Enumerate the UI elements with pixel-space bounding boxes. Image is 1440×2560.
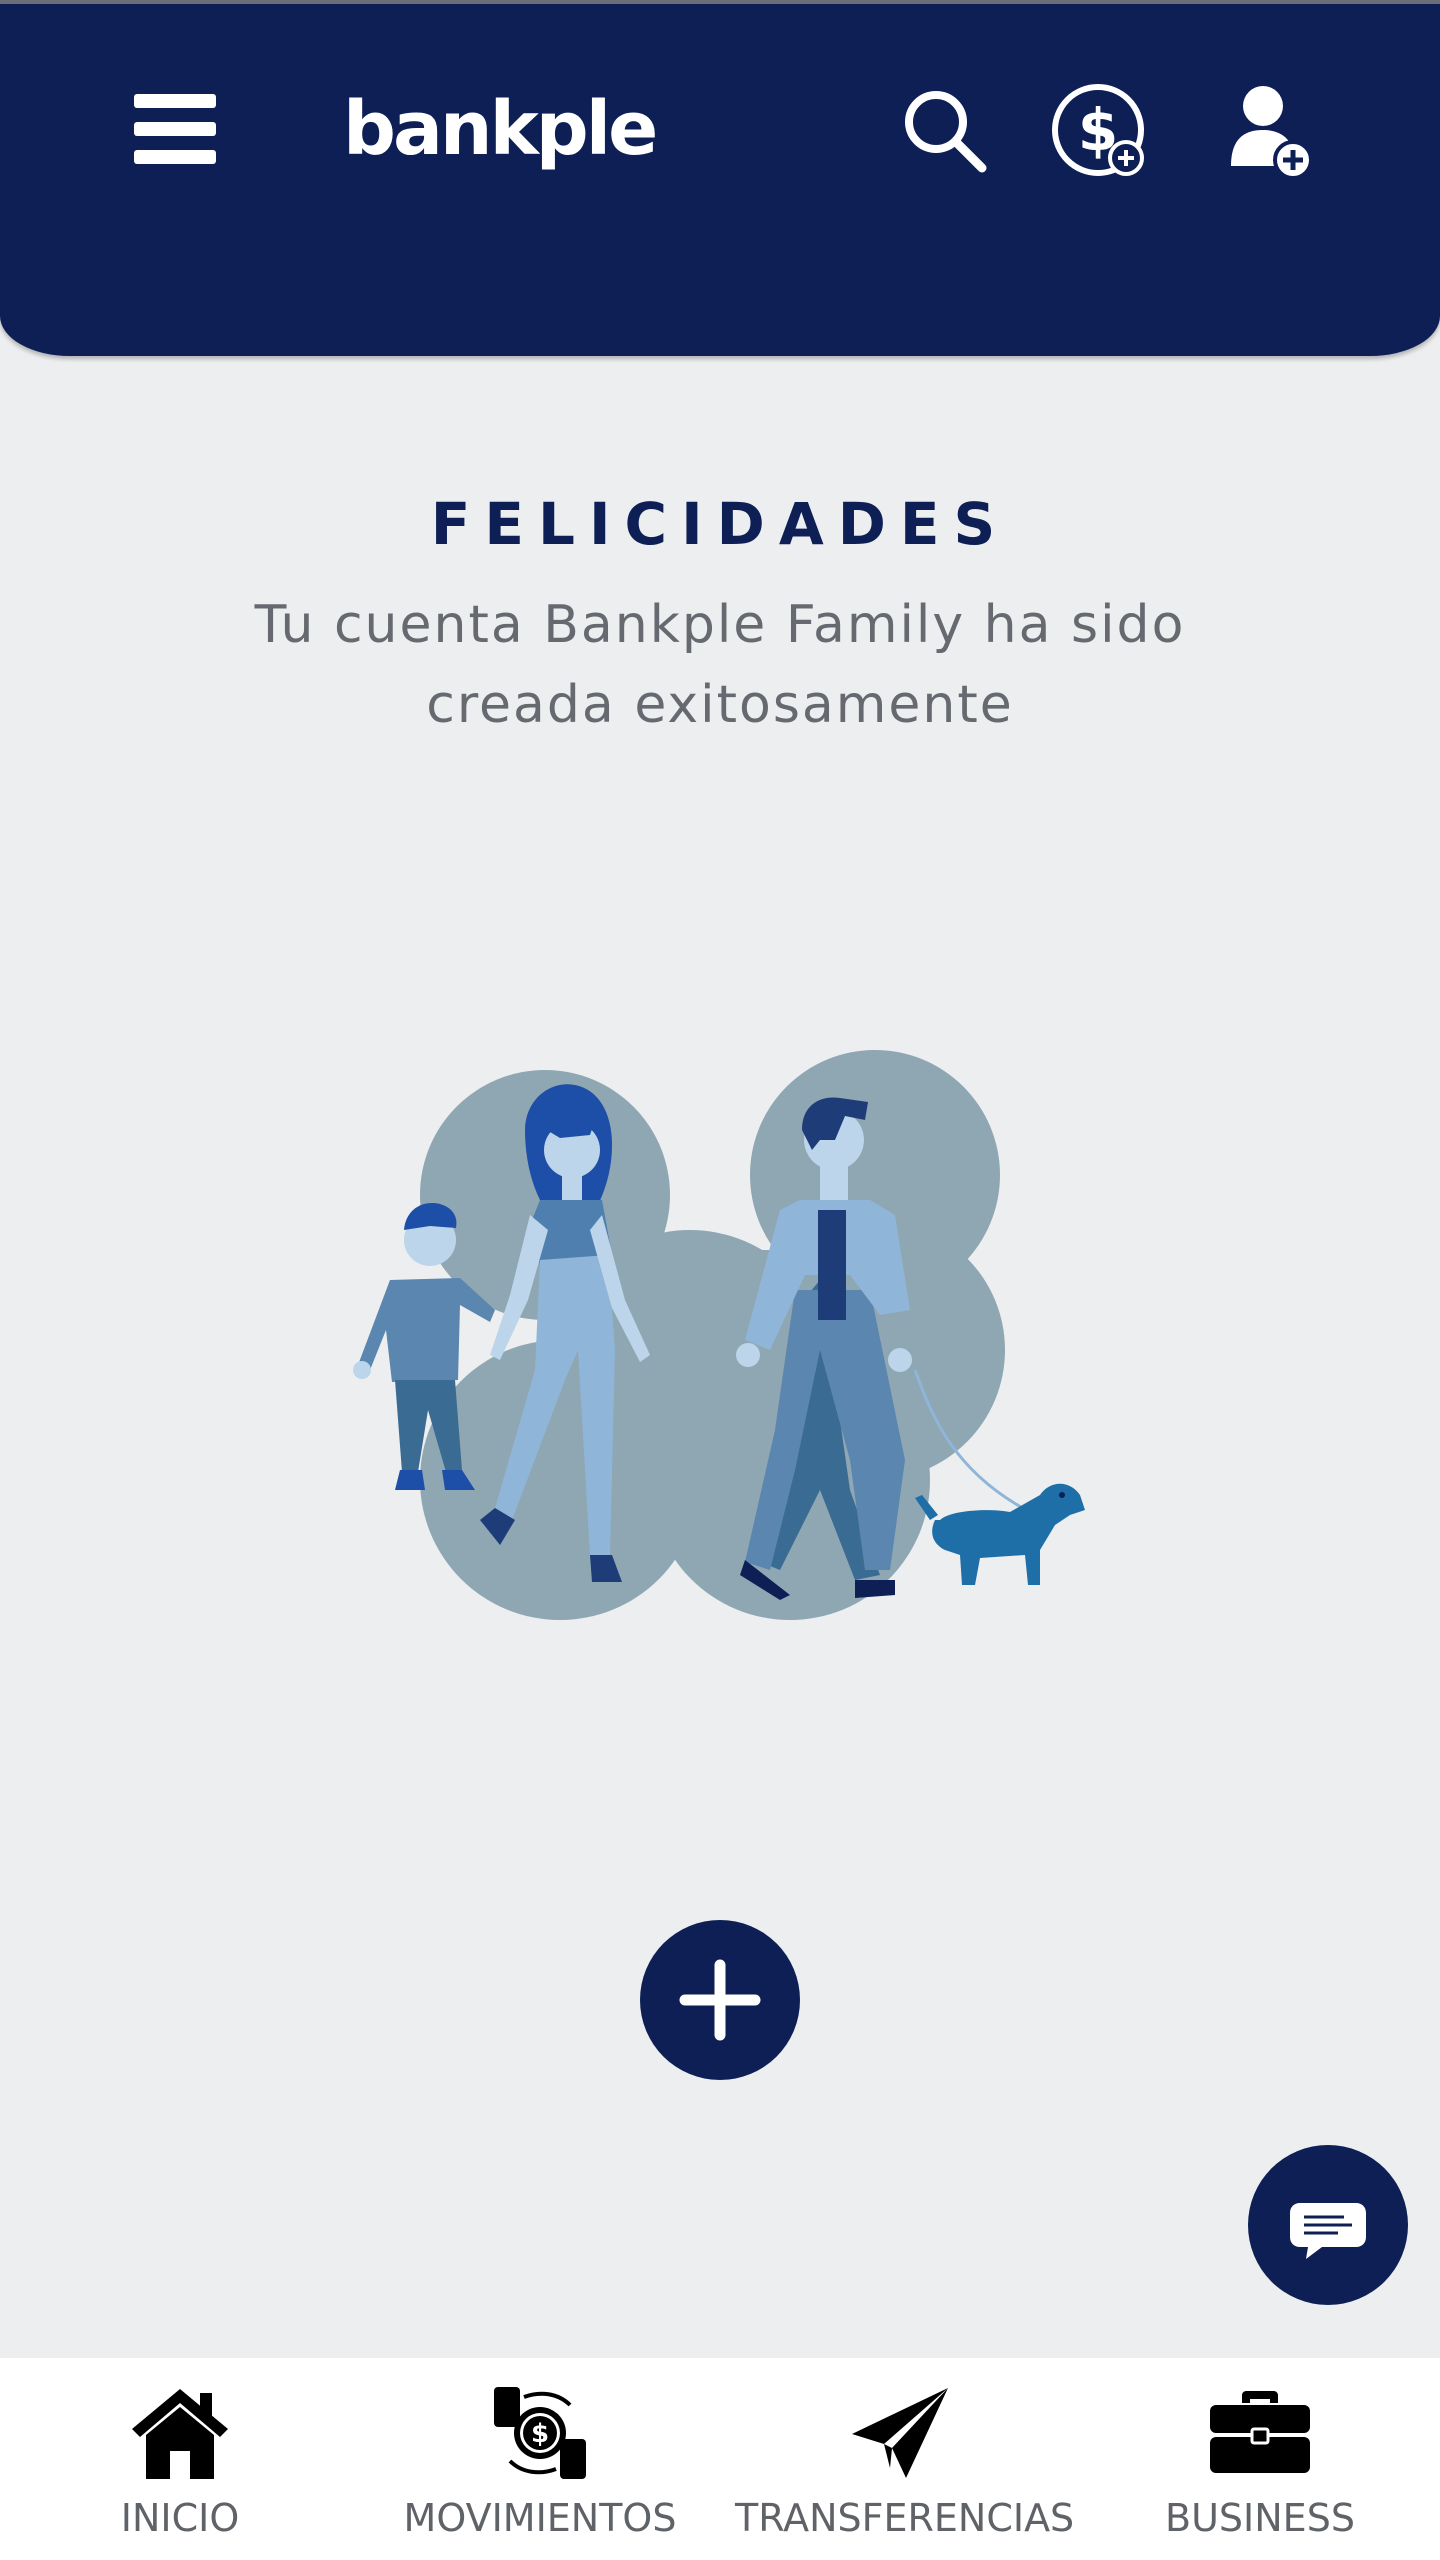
success-message: Tu cuenta Bankple Family ha sido creada … <box>254 595 1186 735</box>
menu-button[interactable] <box>130 89 220 169</box>
nav-item-inicio[interactable]: INICIO <box>80 2358 280 2560</box>
page-title: FELICIDADES <box>430 490 1010 558</box>
svg-text:$: $ <box>531 2419 549 2449</box>
family-walking-illustration <box>353 1050 1085 1620</box>
nav-label-transferencias: TRANSFERENCIAS <box>735 2496 1075 2540</box>
menu-icon <box>134 94 216 164</box>
nav-item-business[interactable]: BUSINESS <box>1150 2358 1370 2560</box>
bottom-navigation: INICIO $ MOVIMIENTOS TRANSFERENCIAS BUSI… <box>0 2358 1440 2560</box>
nav-label-movimientos: MOVIMIENTOS <box>403 2496 677 2540</box>
app-header: bankple $ <box>0 4 1440 356</box>
add-button[interactable] <box>640 1920 800 2080</box>
chat-icon <box>1290 2203 1366 2259</box>
plus-icon <box>679 1959 761 2041</box>
nav-item-transferencias[interactable]: TRANSFERENCIAS <box>735 2358 1075 2560</box>
user-add-icon <box>1231 86 1313 180</box>
search-icon <box>905 91 987 173</box>
dollar-add-icon: $ <box>1052 84 1144 176</box>
logo-text: bankple <box>343 86 658 172</box>
nav-label-inicio: INICIO <box>120 2496 240 2540</box>
chat-button[interactable] <box>1248 2145 1408 2305</box>
paper-plane-icon <box>852 2388 948 2478</box>
dog-figure <box>915 1483 1085 1585</box>
bankple-logo[interactable]: bankple <box>325 76 658 186</box>
add-user-button[interactable] <box>1220 82 1320 182</box>
nav-item-movimientos[interactable]: $ MOVIMIENTOS <box>400 2358 680 2560</box>
briefcase-icon <box>1210 2391 1310 2473</box>
add-money-button[interactable]: $ <box>1050 82 1150 182</box>
search-button[interactable] <box>900 86 990 176</box>
nav-label-business: BUSINESS <box>1165 2496 1355 2540</box>
home-icon <box>132 2389 228 2479</box>
money-exchange-icon: $ <box>494 2387 586 2479</box>
